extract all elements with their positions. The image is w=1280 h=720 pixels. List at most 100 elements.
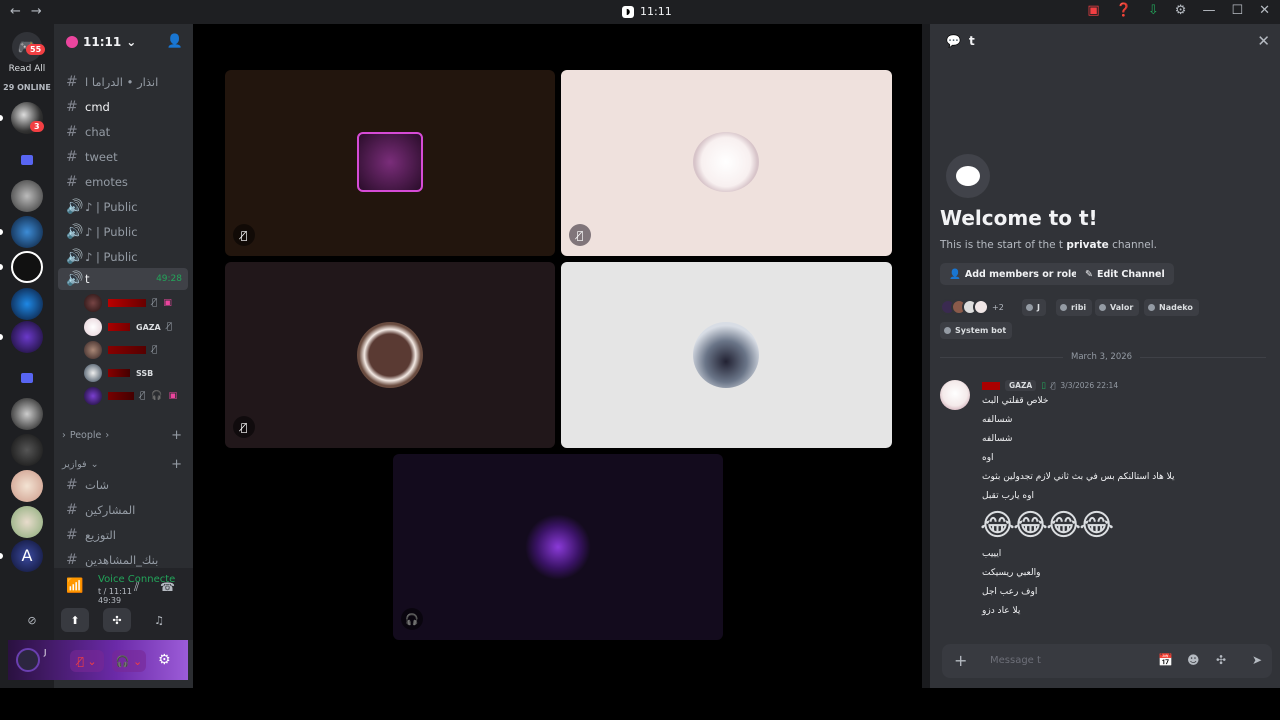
channel-item[interactable]: 🔊 ♪ | Public [58,196,188,218]
channel-name: ♪ | Public [85,225,138,239]
hashtag-icon: # [66,149,78,165]
channel-item[interactable]: # التوزيع [58,524,188,546]
participant-avatar [693,322,759,388]
apps-icon[interactable]: ✣ [1216,653,1226,667]
voice-user[interactable]: GAZA 🎙̸ [84,317,186,337]
channel-item[interactable]: 🔊 ♪ | Public [58,246,188,268]
emoji-icon[interactable]: ☻ [1187,653,1200,667]
activities-button[interactable]: ✣ [103,608,131,632]
username[interactable]: J [44,648,46,657]
edit-channel-button[interactable]: ✎ Edit Channel [1076,263,1174,285]
welcome-heading: Welcome to t! [940,206,1098,230]
category-riddles[interactable]: فوازير ⌄ + [62,455,186,473]
participant-tile[interactable]: 🎙̸ [225,70,555,256]
voice-location[interactable]: t / 11:11 [98,587,132,596]
inbox-icon[interactable]: ▣ [1087,3,1099,18]
avatar[interactable] [16,648,40,672]
message-line: يلا عاد دزو [982,606,1021,616]
noise-suppression-icon[interactable]: ⫽ [134,580,139,595]
member-chip[interactable]: Valor [1095,299,1140,316]
add-channel-icon[interactable]: + [171,457,182,472]
add-user-icon: 👤 [949,268,961,280]
forward-arrow-icon[interactable]: → [31,4,42,19]
participant-tile[interactable] [561,262,892,448]
voice-user[interactable]: 🎙̸ ▣ [84,293,186,313]
channel-item[interactable]: # شات [58,474,188,496]
close-window-button[interactable]: ✕ [1259,3,1270,18]
server-icon[interactable] [11,398,43,430]
unread-pip [0,334,3,340]
server-icon[interactable] [11,434,43,466]
folder-icon[interactable] [11,362,43,394]
read-all-button[interactable]: Read All [4,64,50,74]
help-icon[interactable]: ❓ [1116,3,1132,18]
avatar[interactable] [940,380,970,410]
server-icon[interactable] [11,180,43,212]
channel-name: tweet [85,150,118,164]
signal-icon[interactable]: 📶 [66,578,83,594]
message-composer[interactable]: + Message t 📅 ☻ ✣ ➤ [942,644,1272,678]
server-icon[interactable] [11,321,43,353]
camera-off-button[interactable]: ⊘ [18,608,46,632]
unread-pip [0,264,3,270]
maximize-button[interactable]: ☐ [1231,3,1243,18]
folder-icon[interactable] [11,144,43,176]
channel-item[interactable]: # cmd [58,96,188,118]
server-icon: ◗ [622,5,634,18]
window-title-text: 11:11 [640,5,672,18]
message-timestamp: 3/3/2026 22:14 [1060,381,1119,390]
guild-name: 11:11 [83,35,122,49]
member-chip[interactable]: System bot [940,322,1013,339]
channel-item[interactable]: # tweet [58,146,188,168]
guild-header[interactable]: 11:11 ⌄ 👤 [54,24,193,60]
back-arrow-icon[interactable]: ← [10,4,21,19]
server-icon[interactable]: A [11,540,43,572]
disconnect-icon[interactable]: ☎ [160,580,175,594]
add-attachment-icon[interactable]: + [954,651,967,670]
voice-user[interactable]: SSB [84,363,186,383]
member-chip[interactable]: Nadeko [1144,299,1199,316]
close-icon[interactable]: ✕ [1257,32,1270,50]
pc-icon[interactable]: ⚙ [1175,3,1187,18]
server-icon[interactable] [11,251,43,283]
voice-channel-t[interactable]: 🔊 t 49:28 [58,268,188,290]
message-line: خلاص قفلتي البث [982,396,1049,406]
screen-share-button[interactable]: ⬆ [61,608,89,632]
invite-icon[interactable]: 👤 [167,34,183,49]
message-input[interactable]: Message t [990,655,1041,666]
channel-item[interactable]: # انذار • الدراما ا [58,71,188,93]
server-icon[interactable] [11,506,43,538]
send-icon[interactable]: ➤ [1252,653,1262,667]
participant-tile[interactable]: 🎙̸ [225,262,555,448]
member-chip[interactable]: J [1022,299,1046,316]
server-icon[interactable] [11,288,43,320]
avatar [84,294,102,312]
add-members-button[interactable]: 👤 Add members or roles [940,263,1093,285]
participant-tile[interactable]: 🎧 [393,454,723,640]
server-icon[interactable] [11,470,43,502]
download-icon[interactable]: ⇩ [1148,3,1159,18]
participant-tile[interactable]: 🎙̸ [561,70,892,256]
minimize-button[interactable]: — [1202,3,1215,18]
mute-button[interactable]: 🎙̸ ⌄ [70,650,104,672]
soundboard-button[interactable]: ♫ [145,608,173,632]
member-chip[interactable]: ribi [1056,299,1093,316]
category-people[interactable]: › People › + [62,426,186,444]
deafen-button[interactable]: 🎧 ⌄ [112,650,146,672]
channel-item[interactable]: 🔊 ♪ | Public [58,221,188,243]
channel-item[interactable]: # المشاركين [58,499,188,521]
voice-user-name [108,369,130,377]
channel-item[interactable]: # chat [58,121,188,143]
gear-icon[interactable]: ⚙ [158,652,171,668]
server-icon[interactable] [11,216,43,248]
voice-user[interactable]: 🎙̸ 🎧 ▣ [84,386,186,406]
channel-item[interactable]: # emotes [58,171,188,193]
voice-user[interactable]: 🎙̸ [84,340,186,360]
channel-name: chat [85,125,111,139]
calendar-icon[interactable]: 📅 [1158,653,1173,667]
channel-name: emotes [85,175,128,189]
message-author[interactable] [982,381,1000,390]
add-channel-icon[interactable]: + [171,428,182,443]
voice-user-name [108,346,146,354]
hashtag-icon: # [66,174,78,190]
